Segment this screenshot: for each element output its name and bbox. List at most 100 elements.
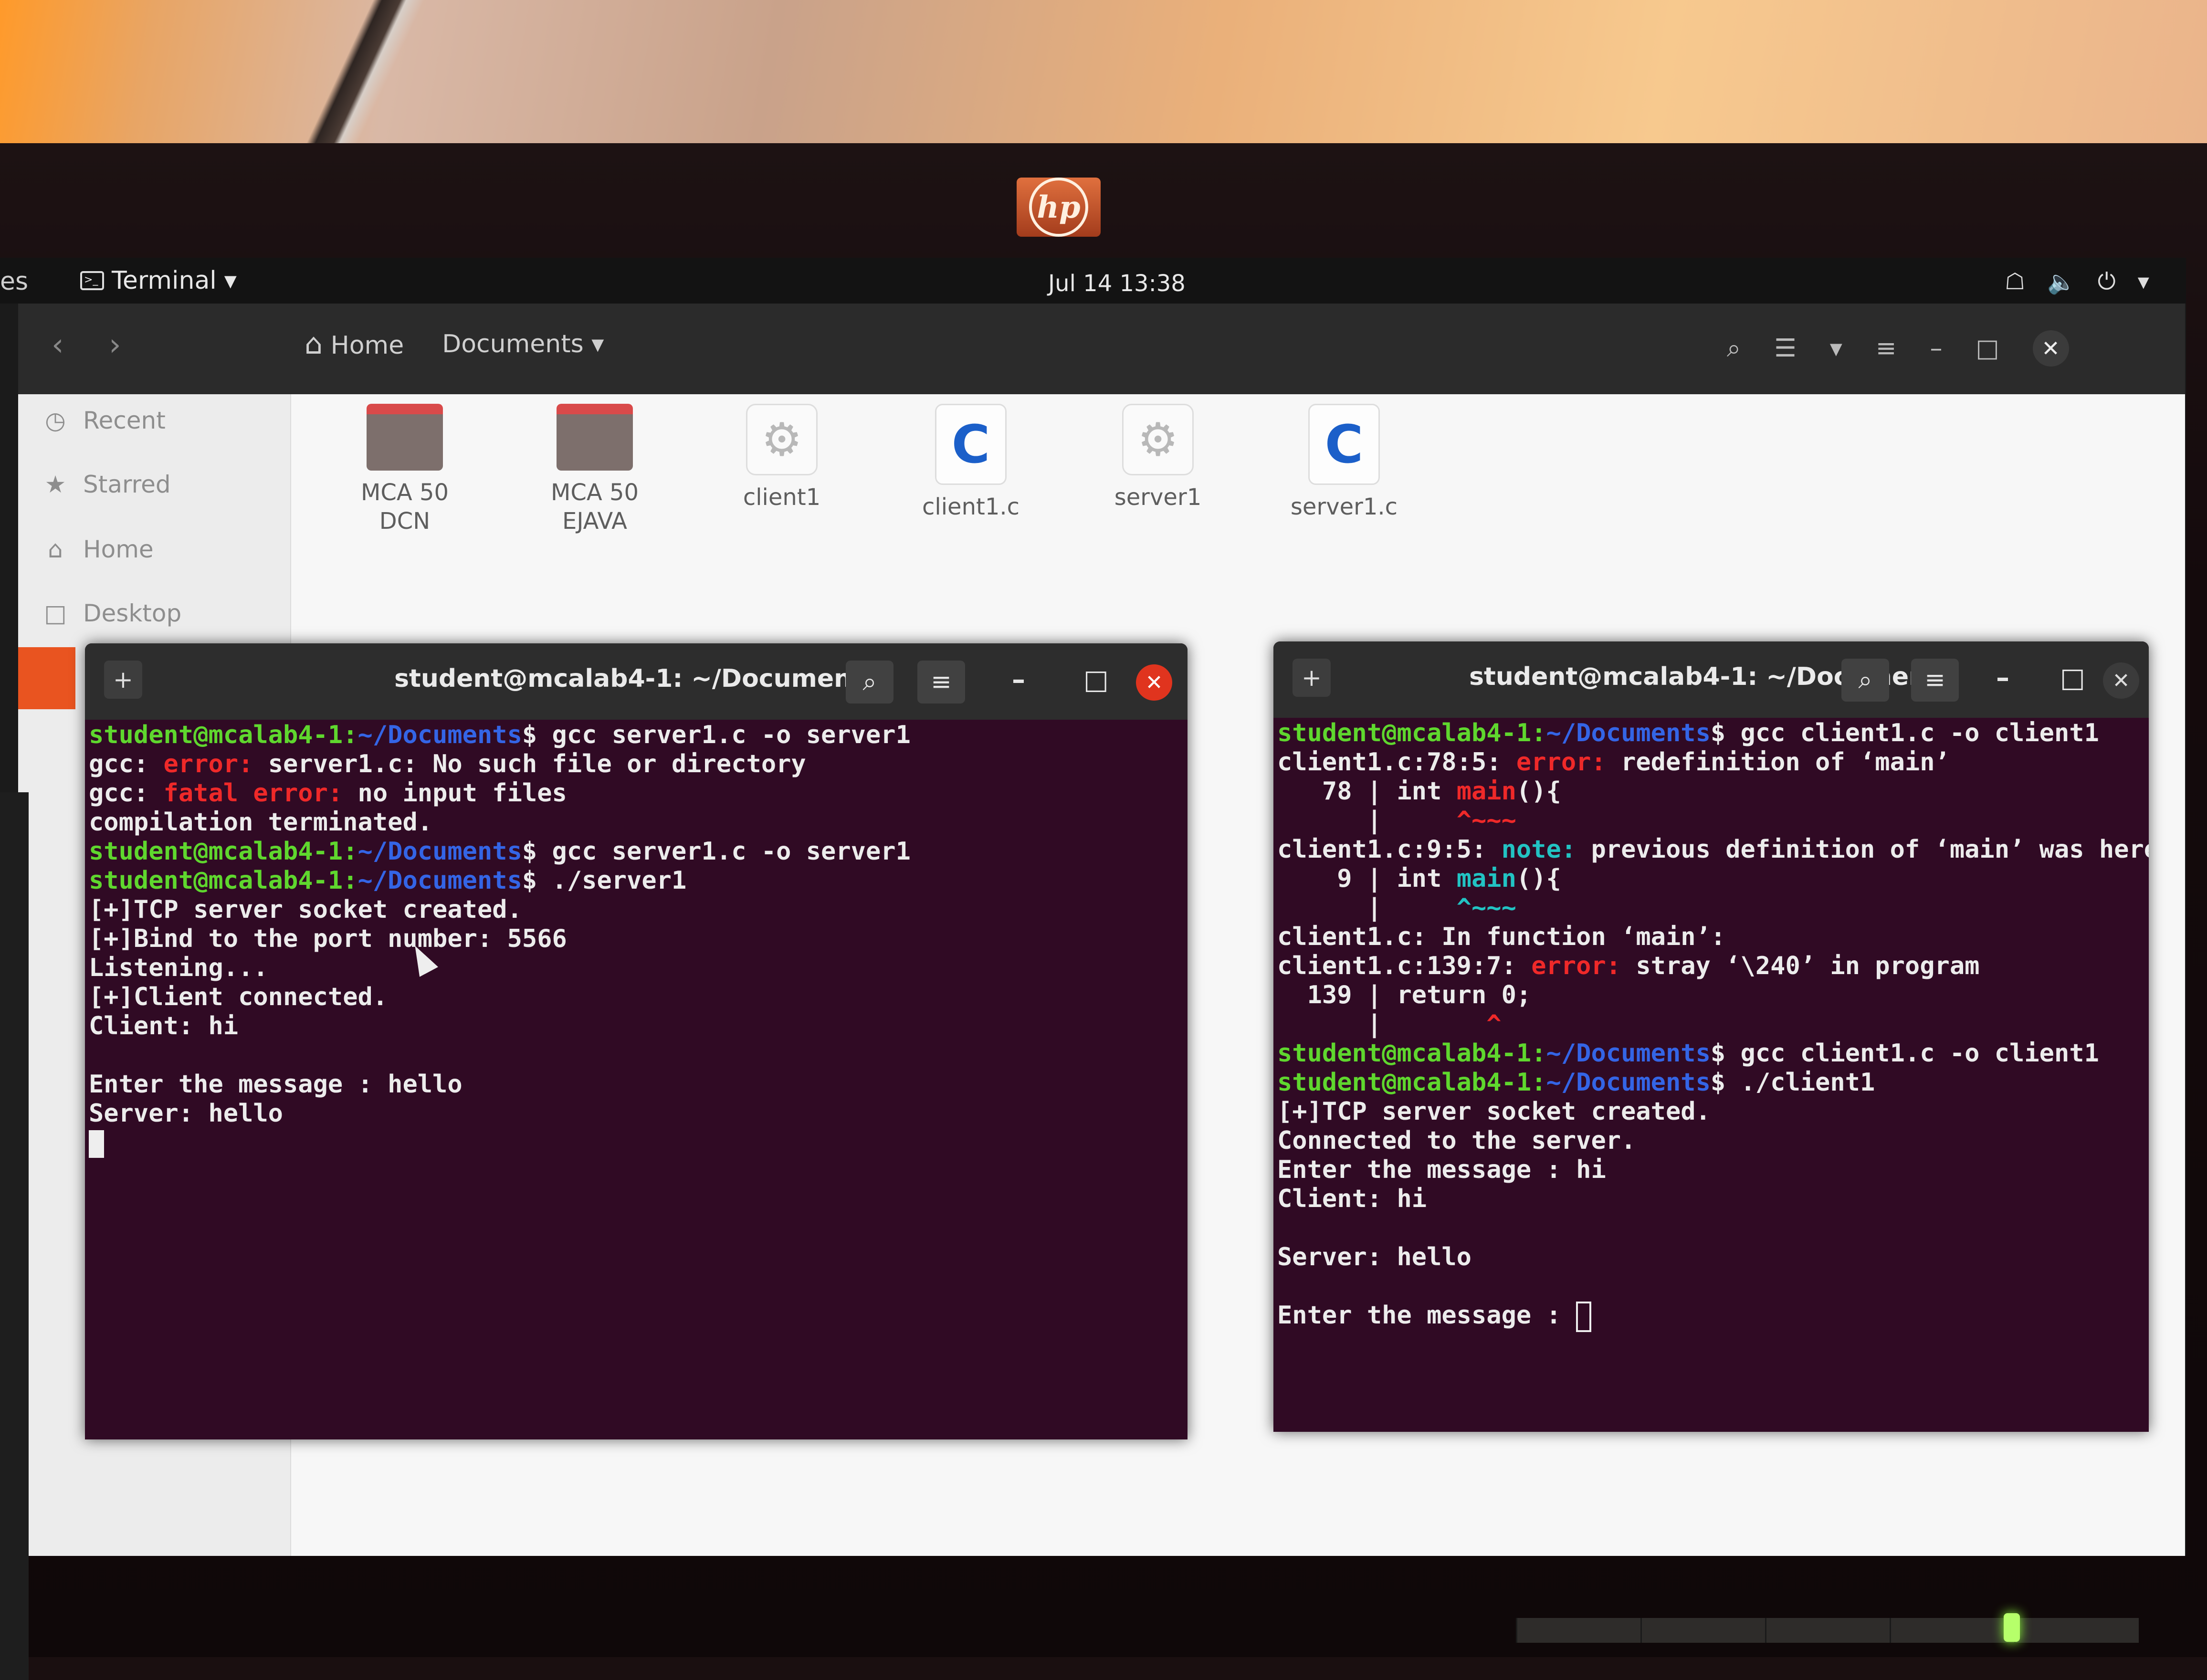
terminal-text: 0; xyxy=(1501,981,1532,1009)
terminal-text: Enter the message : hello xyxy=(89,1070,462,1099)
terminal-window-client: student@mcalab4-1: ~/Documents ⌕ ≡ – □ ✕… xyxy=(1273,641,2149,1432)
terminal-line: Listening... xyxy=(89,954,1188,983)
terminal-text: Client: hi xyxy=(89,1012,239,1040)
sidebar-item-documents[interactable] xyxy=(18,647,75,709)
terminal-text: student@mcalab4-1: xyxy=(1277,1039,1546,1068)
terminal-text: gcc: xyxy=(89,750,164,778)
sidebar-item-desktop[interactable]: □ Desktop xyxy=(42,599,181,627)
terminal-text: [+]TCP server socket created. xyxy=(89,895,522,924)
sidebar-item-label: Starred xyxy=(83,471,171,498)
sidebar-item-starred[interactable]: ★ Starred xyxy=(42,471,171,498)
maximize-icon[interactable]: □ xyxy=(1083,664,1109,695)
terminal-line: Enter the message : xyxy=(1277,1301,2149,1332)
file-manager-header: ‹ › Home Documents ⌕ ☰ ≡ – □ ✕ xyxy=(18,304,2185,394)
terminal-output[interactable]: student@mcalab4-1: ~/Documents$ gcc clien… xyxy=(1273,718,2149,1432)
monitor-plus-button[interactable] xyxy=(1765,1618,1890,1643)
monitor-minus-button[interactable] xyxy=(1640,1618,1765,1643)
file-item-executable[interactable]: client1 xyxy=(710,404,853,512)
file-label: client1.c xyxy=(922,494,1020,520)
maximize-icon[interactable]: □ xyxy=(2060,662,2085,693)
network-icon[interactable]: ☖ xyxy=(2005,268,2025,295)
dock-edge xyxy=(0,792,29,1680)
file-label: server1.c xyxy=(1290,494,1398,520)
executable-icon xyxy=(746,404,818,475)
file-item-c-source[interactable]: client1.c xyxy=(899,404,1042,521)
power-icon[interactable]: ⏻ xyxy=(2098,268,2116,295)
background-room xyxy=(0,0,2207,158)
terminal-text: (){ xyxy=(1516,864,1561,893)
file-item-c-source[interactable]: server1.c xyxy=(1272,404,1416,521)
terminal-text: Client: hi xyxy=(1277,1185,1427,1213)
star-icon: ★ xyxy=(44,471,66,498)
sidebar-item-label: Desktop xyxy=(83,599,182,627)
power-led xyxy=(2004,1613,2020,1642)
system-tray[interactable]: ☖ 🔈 ⏻ xyxy=(2005,268,2149,295)
chevron-down-icon[interactable] xyxy=(2138,268,2149,295)
close-icon[interactable]: ✕ xyxy=(1136,664,1172,701)
c-file-icon xyxy=(1308,404,1380,485)
clock[interactable]: Jul 14 13:38 xyxy=(1048,270,1186,297)
terminal-line xyxy=(89,1128,1188,1158)
minimize-icon[interactable]: – xyxy=(1996,662,2009,693)
close-icon[interactable]: ✕ xyxy=(2103,662,2139,699)
sidebar-item-recent[interactable]: ◷ Recent xyxy=(42,407,166,434)
search-icon[interactable]: ⌕ xyxy=(1727,334,1741,363)
menu-icon[interactable]: ≡ xyxy=(1911,659,1959,702)
sidebar-item-home[interactable]: ⌂ Home xyxy=(42,536,154,563)
terminal-text: ~/Documents xyxy=(357,721,522,749)
menu-icon[interactable]: ≡ xyxy=(917,661,965,704)
breadcrumb-home-label: Home xyxy=(330,331,404,360)
monitor-power-button[interactable] xyxy=(2014,1618,2139,1643)
file-label: MCA 50 DCN xyxy=(360,479,449,535)
monitor-ok-button[interactable] xyxy=(1890,1618,2014,1643)
app-menu[interactable]: Terminal xyxy=(80,266,237,295)
executable-icon xyxy=(1122,404,1194,475)
file-item-folder[interactable]: MCA 50 EJAVA xyxy=(523,404,666,536)
close-icon[interactable]: ✕ xyxy=(2032,330,2069,367)
forward-icon[interactable]: › xyxy=(109,327,121,363)
search-icon[interactable]: ⌕ xyxy=(1841,659,1889,702)
terminal-text: student@mcalab4-1: xyxy=(89,837,358,866)
monitor-input-button[interactable] xyxy=(1516,1618,1640,1643)
terminal-text: previous definition of ‘main’ was here xyxy=(1591,835,2149,864)
minimize-icon[interactable]: – xyxy=(1930,334,1942,363)
terminal-line: [+]TCP server socket created. xyxy=(1277,1097,2149,1126)
file-item-folder[interactable]: MCA 50 DCN xyxy=(333,404,476,536)
terminal-line: gcc: fatal error: no input files xyxy=(89,779,1188,808)
terminal-line: student@mcalab4-1:~/Documents$ gcc serve… xyxy=(89,721,1188,750)
volume-icon[interactable]: 🔈 xyxy=(2047,268,2076,295)
terminal-text: main xyxy=(1456,777,1516,806)
minimize-icon[interactable]: – xyxy=(1012,664,1025,695)
clock-icon: ◷ xyxy=(45,407,66,434)
terminal-line: client1.c: In function ‘main’: xyxy=(1277,923,2149,952)
terminal-text: Listening... xyxy=(89,954,268,982)
top-bar: es Terminal Jul 14 13:38 ☖ 🔈 ⏻ xyxy=(0,258,2186,304)
breadcrumb-documents[interactable]: Documents xyxy=(442,330,604,358)
list-view-icon[interactable]: ☰ xyxy=(1774,334,1797,363)
terminal-text: ^ xyxy=(1486,1010,1502,1039)
view-options-icon[interactable] xyxy=(1830,334,1842,363)
terminal-text: ~/Documents xyxy=(1546,719,1711,747)
terminal-text: client1.c:139:7: xyxy=(1277,952,1532,980)
folder-icon xyxy=(557,404,633,471)
menu-icon[interactable]: ≡ xyxy=(1876,334,1897,363)
activities-button[interactable]: es xyxy=(0,267,28,296)
file-item-executable[interactable]: server1 xyxy=(1086,404,1230,512)
desktop-icon: □ xyxy=(44,599,67,627)
terminal-text: client1.c: In function ‘main’: xyxy=(1277,923,1726,951)
terminal-text: $ gcc client1.c -o client1 xyxy=(1710,719,2099,747)
maximize-icon[interactable]: □ xyxy=(1976,334,1999,363)
terminal-output[interactable]: student@mcalab4-1:~/Documents$ gcc serve… xyxy=(85,720,1188,1439)
search-icon[interactable]: ⌕ xyxy=(846,661,893,704)
terminal-text: stray ‘\240’ in program xyxy=(1636,952,1980,980)
terminal-line: [+]Bind to the port number: 5566 xyxy=(89,924,1188,954)
breadcrumb-home[interactable]: Home xyxy=(305,327,404,361)
terminal-text: $ gcc server1.c -o server1 xyxy=(522,721,911,749)
back-icon[interactable]: ‹ xyxy=(52,327,64,363)
terminal-text: ~/Documents xyxy=(357,837,522,866)
breadcrumb-documents-label: Documents xyxy=(442,330,584,358)
terminal-line: gcc: error: server1.c: No such file or d… xyxy=(89,750,1188,779)
